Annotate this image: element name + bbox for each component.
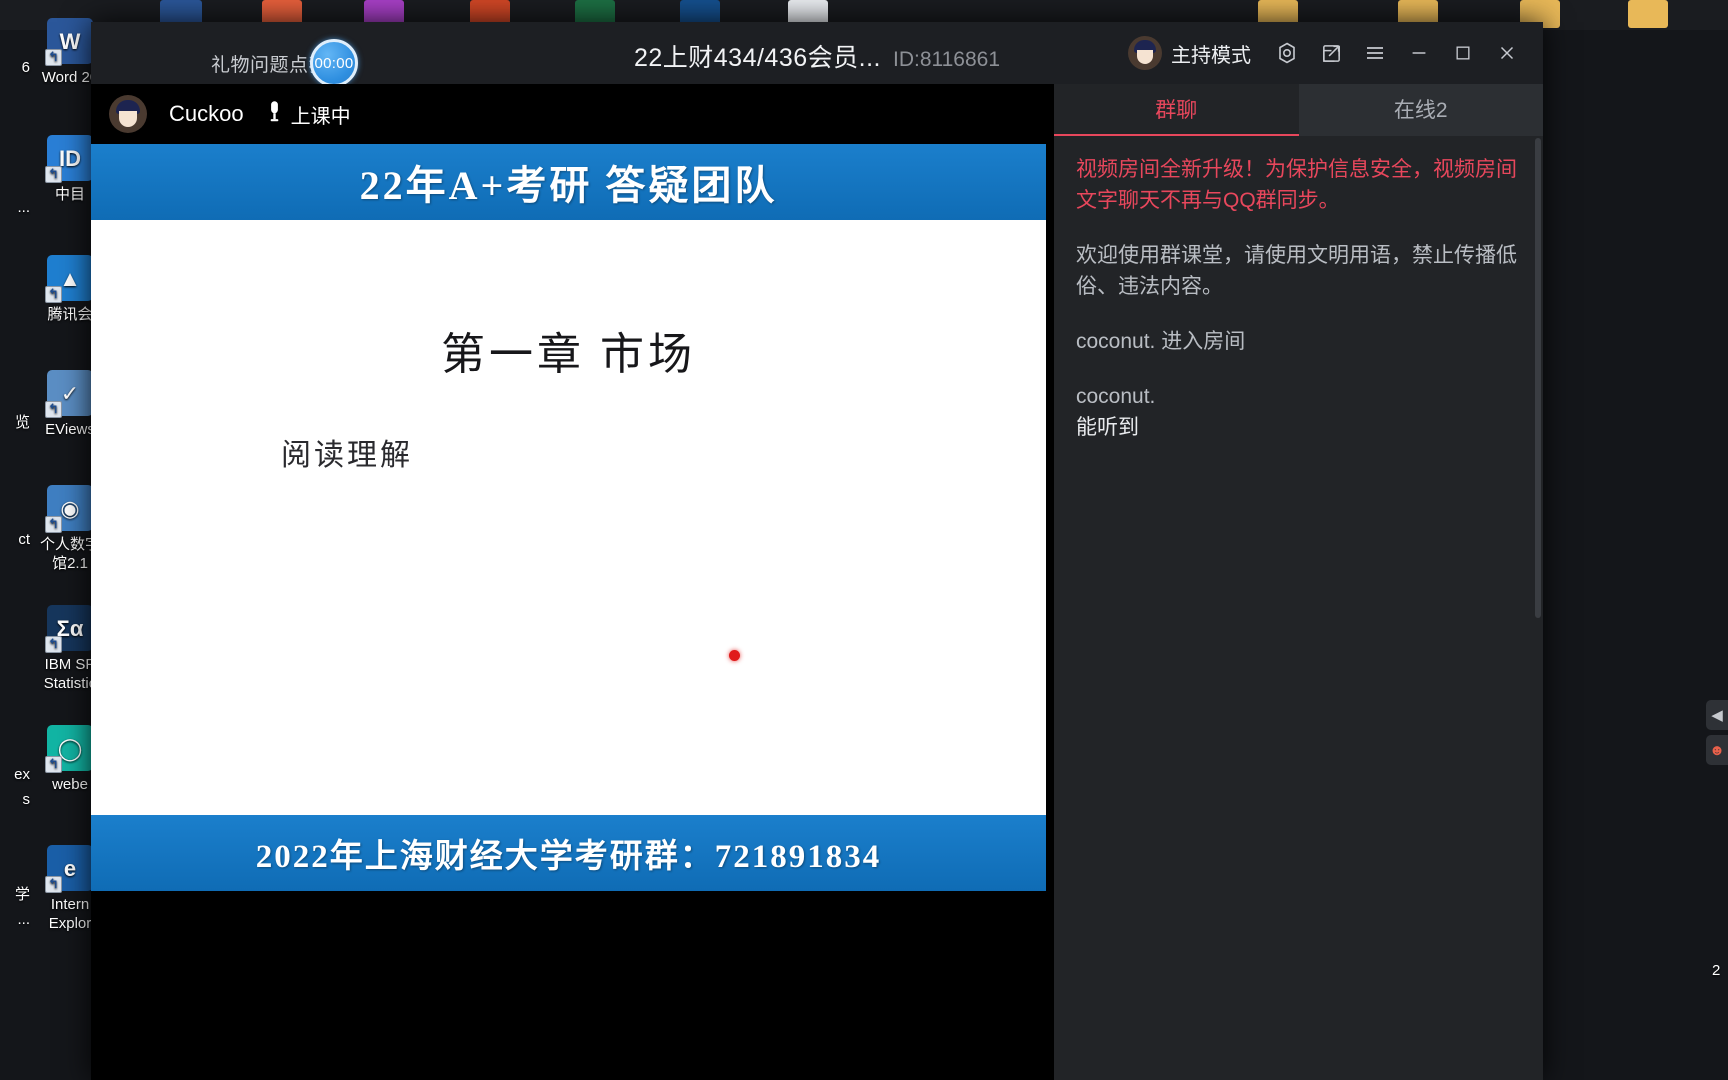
titlebar-controls: 主持模式 — [1128, 22, 1529, 84]
desktop-truncated-label-1: ... — [17, 199, 30, 216]
shortcut-arrow-icon: ↰ — [45, 636, 62, 653]
minimize-icon[interactable] — [1397, 30, 1441, 76]
chat-message-list[interactable]: 视频房间全新升级！为保护信息安全，视频房间文字聊天不再与QQ群同步。 欢迎使用群课… — [1054, 136, 1543, 1028]
chat-tab-group[interactable]: 群聊 — [1054, 84, 1299, 136]
class-timer-bubble[interactable]: 00:00 — [310, 39, 359, 87]
chat-message: 欢迎使用群课堂，请使用文明用语，禁止传播低俗、违法内容。 — [1076, 240, 1523, 302]
chat-message-text: 进入房间 — [1161, 330, 1246, 353]
desktop-icon-glyph: ◉ ↰ — [45, 485, 93, 533]
shortcut-arrow-icon: ↰ — [45, 516, 62, 533]
desktop-truncated-label-2: 览 — [14, 414, 30, 431]
desktop-icon-glyph: ID ↰ — [45, 135, 93, 183]
desktop-icon-glyph: ✓ ↰ — [45, 370, 93, 418]
shortcut-arrow-icon: ↰ — [45, 876, 62, 893]
chat-message: coconut. 进入房间 — [1076, 326, 1523, 357]
microphone-icon — [266, 99, 283, 130]
shortcut-arrow-icon: ↰ — [45, 166, 62, 183]
chat-message-text: 能听到 — [1076, 416, 1139, 439]
host-avatar[interactable] — [1128, 36, 1162, 70]
slide-title: 第一章 市场 — [441, 330, 696, 379]
maximize-icon[interactable] — [1441, 30, 1485, 76]
desktop-icon-glyph: ▲ ↰ — [45, 255, 93, 303]
chat-message-sender[interactable]: coconut. — [1076, 385, 1155, 408]
desktop-truncated-label-3: ct — [18, 531, 30, 548]
chat-message: 视频房间全新升级！为保护信息安全，视频房间文字聊天不再与QQ群同步。 — [1076, 154, 1523, 216]
desktop-truncated-label-5: s — [22, 791, 31, 808]
chat-message-text: 视频房间全新升级！为保护信息安全，视频房间文字聊天不再与QQ群同步。 — [1076, 158, 1517, 212]
desktop-right-label-0: 2 — [1712, 962, 1721, 979]
shortcut-arrow-icon: ↰ — [45, 756, 62, 773]
room-title: 22上财434/436会员... — [633, 44, 881, 72]
gift-entry[interactable]: 礼物问题点我 00:00 — [211, 39, 359, 87]
desktop-icon-glyph: W ↰ — [45, 18, 93, 66]
slide-banner-bottom-text: 2022年上海财经大学考研群：721891834 — [255, 839, 882, 875]
slide-banner-bottom: 2022年上海财经大学考研群：721891834 — [91, 815, 1046, 891]
desktop-truncated-label-6: 学 — [14, 886, 30, 903]
slide-body: 第一章 市场 阅读理解 — [91, 220, 1046, 815]
chat-panel: 群聊 在线2 视频房间全新升级！为保护信息安全，视频房间文字聊天不再与QQ群同步。… — [1054, 84, 1543, 1080]
chat-message: coconut. 能听到 — [1076, 381, 1523, 443]
desktop-right-remnant: 2 ◀ ☻ — [1543, 0, 1728, 1080]
gear-icon[interactable] — [1265, 30, 1309, 76]
laser-pointer-dot — [729, 650, 740, 661]
desktop-icon-glyph: Σα ↰ — [45, 605, 93, 653]
window-titlebar: 礼物问题点我 00:00 22上财434/436会员... ID:8116861… — [91, 22, 1543, 87]
popout-icon[interactable] — [1309, 30, 1353, 76]
sidebar-collapse-arrow[interactable]: ◀ — [1706, 700, 1728, 730]
slide-banner-top: 22年A+考研 答疑团队 — [91, 144, 1046, 220]
close-icon[interactable] — [1485, 30, 1529, 76]
host-mode-label[interactable]: 主持模式 — [1171, 39, 1251, 68]
window-body: Cuckoo 上课中 22年A+考研 答疑团队 第一章 市场 阅读理解 2022… — [91, 84, 1543, 1080]
chat-tab-label: 在线2 — [1393, 99, 1448, 122]
chat-tabs: 群聊 在线2 — [1054, 84, 1543, 136]
chat-tab-label: 群聊 — [1155, 99, 1198, 122]
presenter-bar: Cuckoo 上课中 — [91, 84, 1054, 144]
shortcut-arrow-icon: ↰ — [45, 49, 62, 66]
hamburger-icon[interactable] — [1353, 30, 1397, 76]
slide-viewer[interactable]: 22年A+考研 答疑团队 第一章 市场 阅读理解 2022年上海财经大学考研群：… — [91, 144, 1046, 891]
desktop-icon-glyph: e ↰ — [45, 845, 93, 893]
classroom-window: 礼物问题点我 00:00 22上财434/436会员... ID:8116861… — [91, 22, 1543, 1080]
presenter-name: Cuckoo — [169, 101, 244, 126]
chat-tab-online[interactable]: 在线2 — [1298, 84, 1543, 136]
desktop-icon-glyph: ◯ ↰ — [45, 725, 93, 773]
stage-letterbox — [91, 891, 1054, 980]
chat-message-sender[interactable]: coconut. — [1076, 330, 1161, 353]
chat-message-text: 欢迎使用群课堂，请使用文明用语，禁止传播低俗、违法内容。 — [1076, 244, 1517, 298]
presenter-avatar[interactable] — [109, 95, 147, 133]
presenter-status: 上课中 — [266, 99, 351, 130]
shortcut-arrow-icon: ↰ — [45, 286, 62, 303]
slide-banner-top-text: 22年A+考研 答疑团队 — [359, 163, 778, 208]
desktop-truncated-label-4: ex — [14, 766, 30, 783]
presenter-status-label: 上课中 — [290, 105, 351, 128]
desktop-truncated-label-0: 6 — [21, 59, 30, 76]
class-timer-value: 00:00 — [314, 54, 354, 72]
contact-float-icon[interactable]: ☻ — [1706, 735, 1728, 765]
room-id: ID:8116861 — [892, 48, 1001, 71]
chat-scrollbar[interactable] — [1535, 138, 1541, 618]
desktop-truncated-label-7: ... — [17, 911, 30, 928]
shortcut-arrow-icon: ↰ — [45, 401, 62, 418]
stage-column: Cuckoo 上课中 22年A+考研 答疑团队 第一章 市场 阅读理解 2022… — [91, 84, 1054, 1080]
slide-subtitle: 阅读理解 — [281, 439, 413, 472]
